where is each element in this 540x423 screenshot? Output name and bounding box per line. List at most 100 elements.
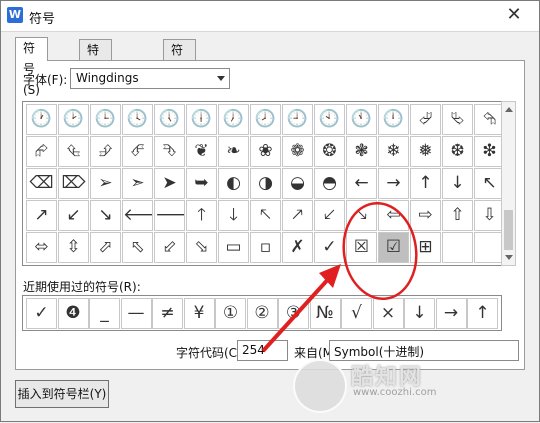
symbol-cell[interactable]: ⇳: [58, 232, 89, 263]
recent-symbol-cell[interactable]: _: [89, 298, 120, 329]
tab-symbol-bar[interactable]: 符号栏(T): [163, 39, 196, 120]
symbol-cell[interactable]: ❧: [218, 136, 249, 167]
symbol-cell[interactable]: ❁: [282, 136, 313, 167]
watermark-url: www.coozhi.com: [353, 387, 437, 398]
symbol-cell[interactable]: 🡐: [122, 200, 153, 231]
symbol-dialog: W 符号 ✕ 符号(S) 特殊字符(P) 符号栏(T) 字体(F): Wingd…: [0, 0, 540, 422]
symbol-cell[interactable]: 🡖: [346, 200, 377, 231]
symbol-cell[interactable]: 🡔: [250, 200, 281, 231]
symbol-cell[interactable]: 🕒: [90, 104, 121, 135]
symbol-cell[interactable]: ✗: [282, 232, 313, 263]
symbol-cell[interactable]: 🕑: [58, 104, 89, 135]
symbol-cell[interactable]: ⇦: [378, 200, 409, 231]
symbol-cell[interactable]: 🕙: [314, 104, 345, 135]
symbol-cell[interactable]: ←: [346, 168, 377, 199]
symbol-cell[interactable]: ⬀: [90, 232, 121, 263]
recent-symbol-cell[interactable]: ↑: [467, 298, 498, 329]
symbol-cell[interactable]: ◓: [314, 168, 345, 199]
symbol-cell[interactable]: ↘: [90, 200, 121, 231]
symbol-cell[interactable]: ⮵: [90, 136, 121, 167]
symbol-cell[interactable]: ➥: [186, 168, 217, 199]
symbol-cell[interactable]: 🡒: [154, 200, 185, 231]
symbol-cell[interactable]: ◑: [250, 168, 281, 199]
symbol-cell[interactable]: 🕕: [186, 104, 217, 135]
recent-symbol-cell[interactable]: ¥: [183, 298, 215, 329]
close-icon[interactable]: ✕: [503, 4, 525, 26]
symbol-cell[interactable]: ▫: [250, 232, 281, 263]
recent-symbol-cell[interactable]: √: [341, 298, 372, 329]
symbol-cell[interactable]: ⮴: [58, 136, 89, 167]
symbol-cell[interactable]: ☑: [378, 232, 409, 263]
symbol-cell[interactable]: 🡕: [282, 200, 313, 231]
recent-symbol-cell[interactable]: №: [309, 298, 341, 329]
symbol-cell[interactable]: 🡗: [314, 200, 345, 231]
symbol-cell[interactable]: ⮰: [410, 104, 441, 135]
scroll-thumb[interactable]: [504, 210, 513, 250]
symbol-cell[interactable]: ❄: [378, 136, 409, 167]
symbol-cell[interactable]: ↓: [442, 168, 473, 199]
symbol-cell[interactable]: ▭: [218, 232, 249, 263]
symbol-cell[interactable]: ❃: [346, 136, 377, 167]
symbol-cell[interactable]: ↗: [26, 200, 57, 231]
symbol-cell[interactable]: ◐: [218, 168, 249, 199]
symbol-cell[interactable]: ➣: [122, 168, 153, 199]
symbol-cell[interactable]: ⬃: [154, 232, 185, 263]
recent-symbol-cell[interactable]: —: [120, 298, 152, 329]
symbol-cell[interactable]: [442, 232, 473, 263]
symbol-cell[interactable]: ✓: [314, 232, 345, 263]
symbol-cell[interactable]: ⮷: [154, 136, 185, 167]
symbol-cell[interactable]: ⇧: [442, 200, 473, 231]
symbol-cell[interactable]: ⌫: [26, 168, 57, 199]
font-value: Wingdings: [76, 71, 139, 85]
symbol-cell[interactable]: 🕐: [26, 104, 57, 135]
insert-to-symbol-bar-button[interactable]: 插入到符号栏(Y): [15, 380, 109, 408]
symbol-cell[interactable]: 🕚: [346, 104, 377, 135]
symbol-cell[interactable]: ❦: [186, 136, 217, 167]
symbol-cell[interactable]: ☒: [346, 232, 377, 263]
symbol-cell[interactable]: ↙: [58, 200, 89, 231]
symbol-cell[interactable]: 🡑: [186, 200, 217, 231]
symbol-cell[interactable]: ➢: [90, 168, 121, 199]
symbol-cell[interactable]: 🕓: [122, 104, 153, 135]
symbol-cell[interactable]: 🕘: [282, 104, 313, 135]
symbol-cell[interactable]: 🕖: [218, 104, 249, 135]
symbol-cell[interactable]: ❆: [442, 136, 473, 167]
scroll-down-icon[interactable]: [505, 255, 513, 260]
symbol-cell[interactable]: ❂: [314, 136, 345, 167]
recent-symbol-cell[interactable]: ≠: [152, 298, 183, 329]
symbol-cell[interactable]: ❅: [410, 136, 441, 167]
symbol-cell[interactable]: ↑: [410, 168, 441, 199]
grid-scrollbar[interactable]: [501, 101, 516, 266]
symbol-cell[interactable]: ⬄: [26, 232, 57, 263]
recent-symbol-cell[interactable]: ×: [372, 298, 404, 329]
recent-symbol-cell[interactable]: →: [435, 298, 467, 329]
symbol-cell[interactable]: 🕔: [154, 104, 185, 135]
symbol-cell[interactable]: →: [378, 168, 409, 199]
symbol-cell[interactable]: ⮶: [122, 136, 153, 167]
recent-symbol-cell[interactable]: ②: [246, 298, 278, 329]
recent-symbol-cell[interactable]: ❹: [57, 298, 89, 329]
symbol-cell[interactable]: ➤: [154, 168, 185, 199]
symbol-cell[interactable]: ⌦: [58, 168, 89, 199]
recent-symbol-cell[interactable]: ①: [215, 298, 246, 329]
recent-symbol-cell[interactable]: ↓: [404, 298, 435, 329]
recent-symbol-cell[interactable]: ③: [278, 298, 309, 329]
tab-special-chars[interactable]: 特殊字符(P): [79, 39, 112, 141]
symbol-cell[interactable]: 🕛: [378, 104, 409, 135]
symbol-cell[interactable]: ⮳: [26, 136, 57, 167]
symbol-cell[interactable]: 🕗: [250, 104, 281, 135]
recent-label: 近期使用过的符号(R):: [23, 280, 141, 294]
symbol-cell[interactable]: ⊞: [410, 232, 441, 263]
symbol-cell[interactable]: 🡓: [218, 200, 249, 231]
symbol-cell[interactable]: ❀: [250, 136, 281, 167]
font-select[interactable]: Wingdings: [70, 68, 230, 89]
symbol-cell[interactable]: ⇨: [410, 200, 441, 231]
symbol-cell[interactable]: ◒: [282, 168, 313, 199]
tab-symbols[interactable]: 符号(S): [15, 37, 48, 97]
symbol-cell[interactable]: ⬂: [186, 232, 217, 263]
symbol-cell[interactable]: ⬁: [122, 232, 153, 263]
recent-symbol-cell[interactable]: ✓: [26, 298, 57, 329]
symbol-cell[interactable]: ⮱: [442, 104, 473, 135]
char-code-input[interactable]: 254: [237, 340, 288, 361]
scroll-up-icon[interactable]: [505, 107, 513, 112]
